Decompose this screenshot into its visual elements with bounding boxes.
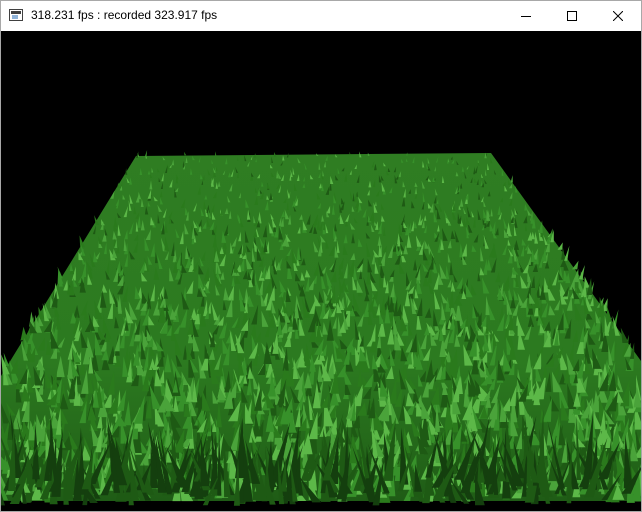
app-window: 318.231 fps : recorded 323.917 fps: [0, 0, 642, 512]
grass-blade: [215, 151, 217, 156]
grass-blade: [184, 151, 187, 156]
minimize-button[interactable]: [503, 1, 549, 31]
window-title: 318.231 fps : recorded 323.917 fps: [31, 8, 218, 22]
app-window-icon: [9, 9, 23, 21]
render-viewport[interactable]: [1, 31, 641, 511]
close-icon: [613, 11, 623, 21]
grass-blade: [515, 185, 518, 193]
grass-scene: [1, 150, 641, 506]
maximize-icon: [567, 11, 577, 21]
title-bar[interactable]: 318.231 fps : recorded 323.917 fps: [1, 1, 641, 31]
grass-blade: [144, 150, 148, 157]
close-button[interactable]: [595, 1, 641, 31]
maximize-button[interactable]: [549, 1, 595, 31]
minimize-icon: [521, 16, 531, 17]
grass-blade: [510, 175, 513, 183]
